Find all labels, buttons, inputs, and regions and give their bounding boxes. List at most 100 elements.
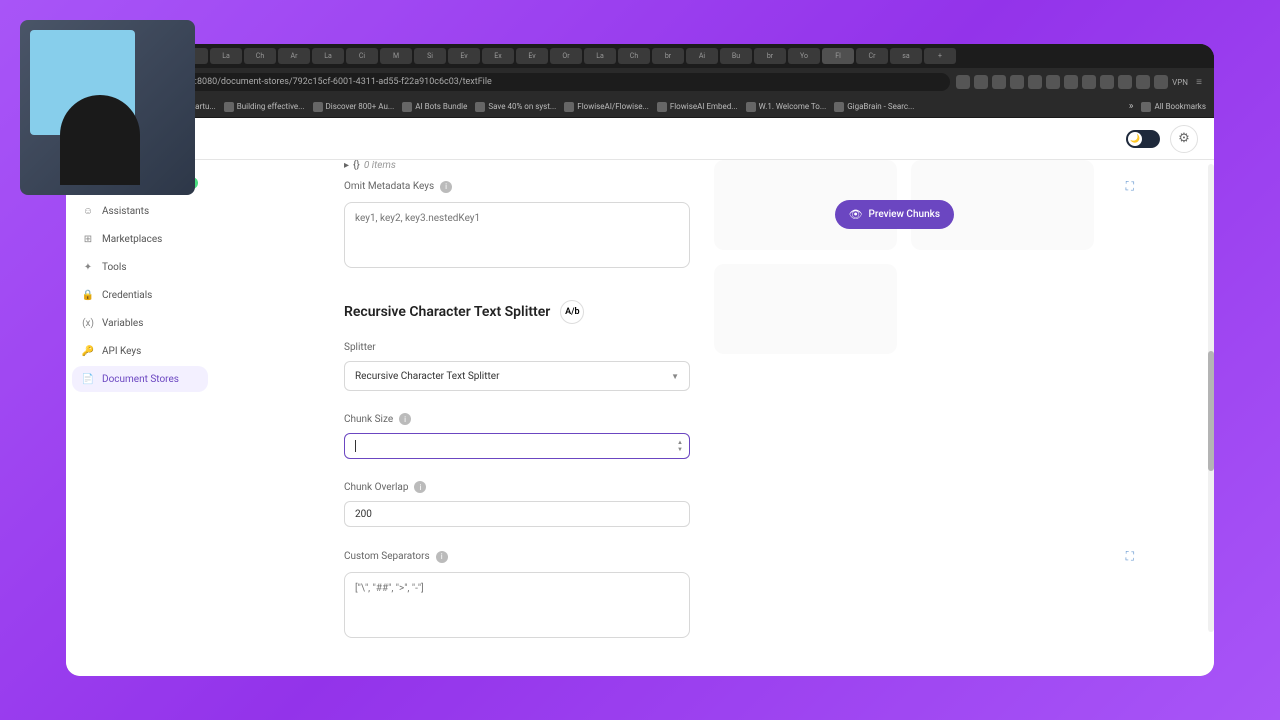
extension-icon[interactable]: [992, 75, 1006, 89]
browser-tab[interactable]: La: [584, 48, 616, 64]
page-content: 🌙 ⚙ ⚘ Agentflows BETA ☺ Assistants ⊞ Mar…: [66, 118, 1214, 676]
splitter-label: Splitter: [344, 342, 376, 353]
browser-tab[interactable]: Yo: [788, 48, 820, 64]
preview-chunks-button[interactable]: 👁 Preview Chunks: [835, 200, 954, 229]
sidebar-item-docstores[interactable]: 📄 Document Stores: [72, 366, 208, 392]
sidebar-item-label: API Keys: [102, 346, 141, 357]
info-icon[interactable]: i: [436, 551, 448, 563]
bookmark-item[interactable]: W.1. Welcome To...: [746, 102, 827, 112]
scrollbar-vertical[interactable]: [1208, 164, 1214, 632]
omit-metadata-label: Omit Metadata Keys: [344, 181, 434, 192]
eye-icon: 👁: [849, 208, 863, 221]
browser-tab[interactable]: Or: [550, 48, 582, 64]
number-spinner[interactable]: ▲▼: [677, 439, 683, 453]
extension-icon[interactable]: [1136, 75, 1150, 89]
browser-tab[interactable]: Ch: [244, 48, 276, 64]
browser-tab[interactable]: Cr: [856, 48, 888, 64]
bookmark-item[interactable]: Save 40% on syst...: [475, 102, 556, 112]
chunk-size-input[interactable]: ▲▼: [344, 433, 690, 459]
extension-icon[interactable]: [1100, 75, 1114, 89]
sidebar-item-marketplaces[interactable]: ⊞ Marketplaces: [72, 226, 208, 252]
new-tab-button[interactable]: +: [924, 48, 956, 64]
info-icon[interactable]: i: [399, 413, 411, 425]
extension-icon[interactable]: [1046, 75, 1060, 89]
document-icon: 📄: [82, 373, 94, 385]
extension-icon[interactable]: [956, 75, 970, 89]
browser-tab[interactable]: La: [210, 48, 242, 64]
extension-icon[interactable]: [974, 75, 988, 89]
scrollbar-thumb[interactable]: [1208, 351, 1214, 471]
extension-icon[interactable]: [1118, 75, 1132, 89]
gear-icon[interactable]: ⚙: [1170, 125, 1198, 153]
browser-tab[interactable]: Si: [414, 48, 446, 64]
expand-icon[interactable]: ⛶: [1126, 179, 1134, 194]
bookmark-item[interactable]: GigaBrain - Searc...: [834, 102, 914, 112]
sidebar-item-variables[interactable]: (x) Variables: [72, 310, 208, 336]
app-top-bar: 🌙 ⚙: [66, 118, 1214, 160]
sidebar-item-label: Tools: [102, 262, 126, 273]
chunk-overlap-input[interactable]: 200: [344, 501, 690, 527]
expand-icon[interactable]: ⛶: [1126, 549, 1134, 564]
vpn-label: VPN: [1172, 78, 1188, 87]
chunk-overlap-label: Chunk Overlap: [344, 482, 408, 493]
store-icon: ⊞: [82, 233, 94, 245]
browser-tab[interactable]: M: [380, 48, 412, 64]
info-icon[interactable]: i: [440, 181, 452, 193]
browser-tab[interactable]: Ar: [278, 48, 310, 64]
moon-icon: 🌙: [1128, 132, 1142, 146]
browser-tab[interactable]: Ev: [516, 48, 548, 64]
sidebar-item-label: Document Stores: [102, 374, 179, 385]
browser-tab[interactable]: Fl: [822, 48, 854, 64]
theme-toggle[interactable]: 🌙: [1126, 130, 1160, 148]
extension-icon[interactable]: [1064, 75, 1078, 89]
browser-address-bar: ◀ ▶ ⟳ ⓘ localhost:8080/document-stores/7…: [66, 68, 1214, 96]
extension-icon[interactable]: [1010, 75, 1024, 89]
bookmark-item[interactable]: Discover 800+ Au...: [313, 102, 395, 112]
all-bookmarks[interactable]: All Bookmarks: [1141, 102, 1206, 112]
omit-metadata-input[interactable]: [344, 202, 690, 268]
chunk-size-label: Chunk Size: [344, 414, 393, 425]
sidebar-item-assistants[interactable]: ☺ Assistants: [72, 198, 208, 224]
browser-tab[interactable]: br: [652, 48, 684, 64]
sidebar-item-label: Assistants: [102, 206, 149, 217]
browser-tab[interactable]: Bu: [720, 48, 752, 64]
browser-tab[interactable]: Ai: [686, 48, 718, 64]
browser-tab[interactable]: Ev: [448, 48, 480, 64]
bookmarks-overflow[interactable]: »: [1129, 101, 1134, 112]
assistant-icon: ☺: [82, 205, 94, 217]
bookmark-item[interactable]: Building effective...: [224, 102, 305, 112]
sidebar-item-label: Variables: [102, 318, 143, 329]
browser-tab[interactable]: sa: [890, 48, 922, 64]
bookmarks-bar: uction – Saa... How to Get Startu... Bui…: [66, 96, 1214, 118]
preview-panel: [714, 160, 1094, 354]
section-title: Recursive Character Text Splitter: [344, 304, 550, 320]
bookmark-item[interactable]: AI Bots Bundle: [402, 102, 467, 112]
splitter-value: Recursive Character Text Splitter: [355, 371, 499, 382]
separators-input[interactable]: [344, 572, 690, 638]
extension-icon[interactable]: [1028, 75, 1042, 89]
extension-icon[interactable]: [1154, 75, 1168, 89]
sidebar-item-label: Marketplaces: [102, 234, 162, 245]
section-badge-icon: A/b: [560, 300, 584, 324]
extension-icon[interactable]: [1082, 75, 1096, 89]
url-input[interactable]: ⓘ localhost:8080/document-stores/792c15c…: [134, 73, 950, 91]
browser-tab[interactable]: Ci: [346, 48, 378, 64]
sidebar-nav: ⚘ Agentflows BETA ☺ Assistants ⊞ Marketp…: [66, 160, 214, 676]
extension-icons: VPN ≡: [956, 75, 1206, 89]
browser-tab[interactable]: La: [312, 48, 344, 64]
sidebar-item-tools[interactable]: ✦ Tools: [72, 254, 208, 280]
info-icon[interactable]: i: [414, 481, 426, 493]
preview-chunks-label: Preview Chunks: [869, 209, 940, 220]
splitter-select[interactable]: Recursive Character Text Splitter ▼: [344, 361, 690, 391]
menu-icon[interactable]: ≡: [1192, 75, 1206, 89]
browser-tab[interactable]: br: [754, 48, 786, 64]
sidebar-item-apikeys[interactable]: 🔑 API Keys: [72, 338, 208, 364]
key-icon: 🔑: [82, 345, 94, 357]
bookmark-item[interactable]: FlowiseAI Embed...: [657, 102, 738, 112]
tools-icon: ✦: [82, 261, 94, 273]
browser-tab[interactable]: Ch: [618, 48, 650, 64]
sidebar-item-credentials[interactable]: 🔒 Credentials: [72, 282, 208, 308]
browser-tab[interactable]: Ex: [482, 48, 514, 64]
bookmark-item[interactable]: FlowiseAI/Flowise...: [564, 102, 649, 112]
variable-icon: (x): [82, 317, 94, 329]
